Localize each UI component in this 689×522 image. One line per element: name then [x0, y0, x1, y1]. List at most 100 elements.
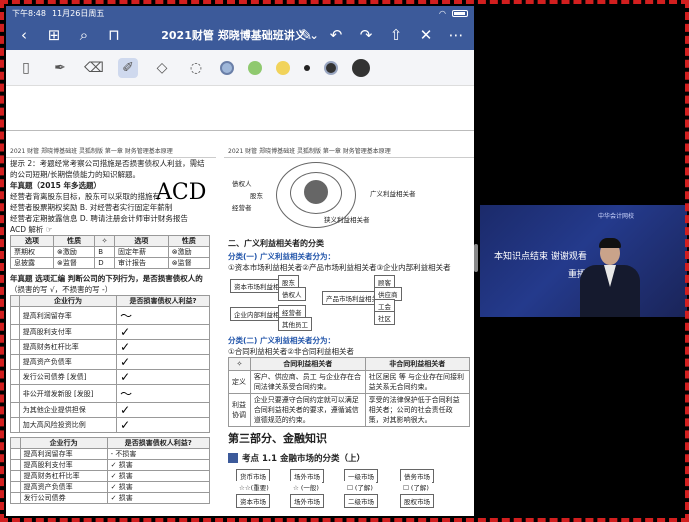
share-icon[interactable]: ⇧ [388, 26, 404, 44]
category1-title: 分类(一) 广义利益相关者分为： [228, 252, 335, 261]
handwritten-answer: ACD [156, 180, 207, 205]
table-cell: ⊗监督 [167, 257, 211, 269]
topic-icon [228, 453, 238, 463]
table-cell [10, 339, 20, 355]
annotation-toolbar: ▯ ✒ ⌫ ✐ ◇ ◌ [6, 50, 474, 86]
document-title[interactable]: 2021财管 郑晓博基础班讲义 ⌄ [161, 27, 319, 43]
pen-icon[interactable]: ✒ [50, 58, 70, 78]
color-swatch-green[interactable] [248, 60, 262, 75]
document-page[interactable]: 2021 财管 郑晓博基础班 灵狐制版 第一章 财务管理基本原理 提示 2：考题… [6, 144, 474, 516]
table-header: ✧ [228, 357, 251, 371]
market-note: ☐ (了解) [400, 481, 432, 493]
table-header: 性质 [167, 235, 211, 247]
stakeholder-orbit-diagram: 债权人 股东 经营者 狭义利益相关者 广义利益相关者 [224, 158, 474, 236]
orbit-label: 债权人 [232, 180, 252, 188]
table-cell: 定义 [228, 370, 251, 394]
table-cell: ⊗激励 [167, 246, 211, 258]
redo-icon[interactable]: ↷ [358, 26, 374, 44]
table-header-row: 企业行为 是否损害债权人利益? [10, 295, 210, 307]
status-date: 11月26日周五 [51, 8, 105, 18]
table-cell: 利益协调 [228, 393, 251, 427]
category1-diagram: 资本市场利益相关者 股东 债权人 产品市场利益相关者 顾客 供应商 工会 社区 … [224, 273, 474, 335]
handwritten-mark: 〜 [116, 384, 210, 403]
question-line3: 经营者定期披露信息 D. 聘请注册会计师审计财务报告 [10, 214, 188, 223]
grid-icon[interactable]: ⊞ [46, 26, 62, 44]
back-icon[interactable]: ‹ [16, 26, 32, 44]
orbit-label: 股东 [250, 192, 263, 200]
core-orbit [304, 180, 328, 204]
real-question2-sub: （损害的写 √，不损害的写 -） [10, 285, 113, 294]
table-cell: 发行公司债券 [19, 492, 108, 504]
table-cell: ✓ 损害 [106, 470, 211, 482]
table-cell: 提高利润留存率 [18, 306, 118, 325]
reader-icon[interactable]: ▯ [16, 58, 36, 78]
table-cell: ✓ 损害 [106, 481, 211, 493]
highlighter-icon[interactable]: ✐ [118, 57, 138, 78]
table-header: 选项 [10, 235, 54, 247]
table-cell: ⊗激励 [52, 246, 96, 258]
wifi-icon: ◠ [439, 8, 446, 18]
eraser-icon[interactable]: ⌫ [84, 58, 104, 78]
table-cell [10, 492, 21, 504]
table-row: 提高股利支付率 ✓ [10, 324, 210, 340]
table-row: 利益协调 企业只要遵守合同约定就可以满足合同利益相关者的要求，遵循诚信道德规范的… [228, 393, 471, 427]
real-question2-title: 年真题 选项汇编 判断公司的下列行为，是否损害债权人的 [10, 274, 203, 283]
color-swatch-yellow[interactable] [276, 60, 290, 75]
left-column: 2021 财管 郑晓博基础班 灵狐制版 第一章 财务管理基本原理 提示 2：考题… [6, 144, 216, 516]
video-overlay[interactable]: 中华会计网校 本知识点结束 谢谢观看 重播 [480, 205, 687, 317]
table-row: 提高利润留存率 - 不损害 [10, 448, 211, 460]
stroke-medium[interactable] [324, 60, 338, 75]
table-row: 发行公司债券 ✓ 损害 [10, 492, 211, 504]
close-icon[interactable]: ✕ [418, 26, 434, 44]
options-table: 选项 性质 ✧ 选项 性质 票期权 ⊗激励 B 固定年薪 ⊗激励 息披露 ⊗监督… [10, 235, 211, 269]
more-icon[interactable]: ⋯ [448, 26, 464, 44]
market-note: ☆ (一般) [290, 481, 322, 493]
undo-icon[interactable]: ↶ [328, 26, 344, 44]
table-header-row: 选项 性质 ✧ 选项 性质 [10, 235, 211, 247]
table-cell: ✓ 损害 [106, 459, 211, 471]
table-cell: 提高股利支付率 [19, 459, 108, 471]
table-header: 企业行为 [19, 437, 108, 449]
status-bar: 下午8:48 11月26日周五 ◠ [6, 6, 474, 20]
color-swatch-blue[interactable] [220, 60, 234, 75]
table-cell: 社区居民 等 与企业存在间接利益关系无合同约束。 [364, 370, 471, 394]
table-header: ✧ [94, 235, 115, 247]
battery-icon [452, 9, 468, 17]
table-row: 票期权 ⊗激励 B 固定年薪 ⊗激励 [10, 246, 211, 258]
status-right: ◠ [439, 9, 468, 18]
market-classification-diagram: 货币市场 场外市场 一级市场 债务市场 ☆☆(重要) ☆ (一般) ☐ (了解)… [224, 467, 474, 508]
shapes-icon[interactable]: ◇ [152, 58, 172, 78]
table-cell: 为其他企业提供担保 [18, 402, 118, 418]
stroke-small[interactable] [304, 64, 310, 71]
table-row: 发行公司债券 [发债] ✓ [10, 369, 210, 385]
table-cell: 享受的法律保护低于合同利益相关者；公司的社会责任政策，对其影响很大。 [364, 393, 471, 427]
market-box: 场外市场 [290, 494, 324, 508]
box-creditor: 债权人 [278, 287, 306, 301]
table-cell: 非公开增发新股 [发股] [18, 384, 118, 403]
table-cell: 票期权 [10, 246, 54, 258]
handwritten-mark: ✓ [116, 417, 210, 433]
lasso-icon[interactable]: ◌ [186, 58, 206, 78]
stroke-large[interactable] [352, 58, 370, 77]
table-cell: 固定年薪 [114, 246, 169, 258]
right-page-header: 2021 财管 郑晓博基础班 灵狐制版 第一章 财务管理基本原理 [224, 144, 474, 158]
market-box: 二级市场 [344, 494, 378, 508]
market-note: ☆☆(重要) [236, 481, 272, 493]
table-cell: ⊗监督 [52, 257, 96, 269]
table-header [10, 437, 21, 449]
table-row: 提高股利支付率 ✓ 损害 [10, 459, 211, 471]
table-header: 企业行为 [18, 295, 118, 307]
table-cell: 提高股利支付率 [18, 324, 118, 340]
table-cell [10, 324, 20, 340]
orbit-label: 广义利益相关者 [370, 190, 416, 198]
table-header: 合同利益相关者 [249, 357, 366, 371]
handwritten-mark: ✓ [116, 324, 210, 340]
split-view-handle[interactable] [474, 244, 478, 272]
nav-bar: ‹ ⊞ ⌕ ⊓ 2021财管 郑晓博基础班讲义 ⌄ ✎ ↶ ↷ ⇧ ✕ ⋯ [6, 20, 474, 50]
search-icon[interactable]: ⌕ [76, 26, 92, 44]
table-cell: - 不损害 [106, 448, 211, 460]
table-cell [10, 369, 20, 385]
bookmark-icon[interactable]: ⊓ [106, 26, 122, 44]
table-header: 是否损害债权人利益? [116, 295, 210, 307]
category2-title: 分类(二) 广义利益相关者分为： [228, 336, 335, 345]
